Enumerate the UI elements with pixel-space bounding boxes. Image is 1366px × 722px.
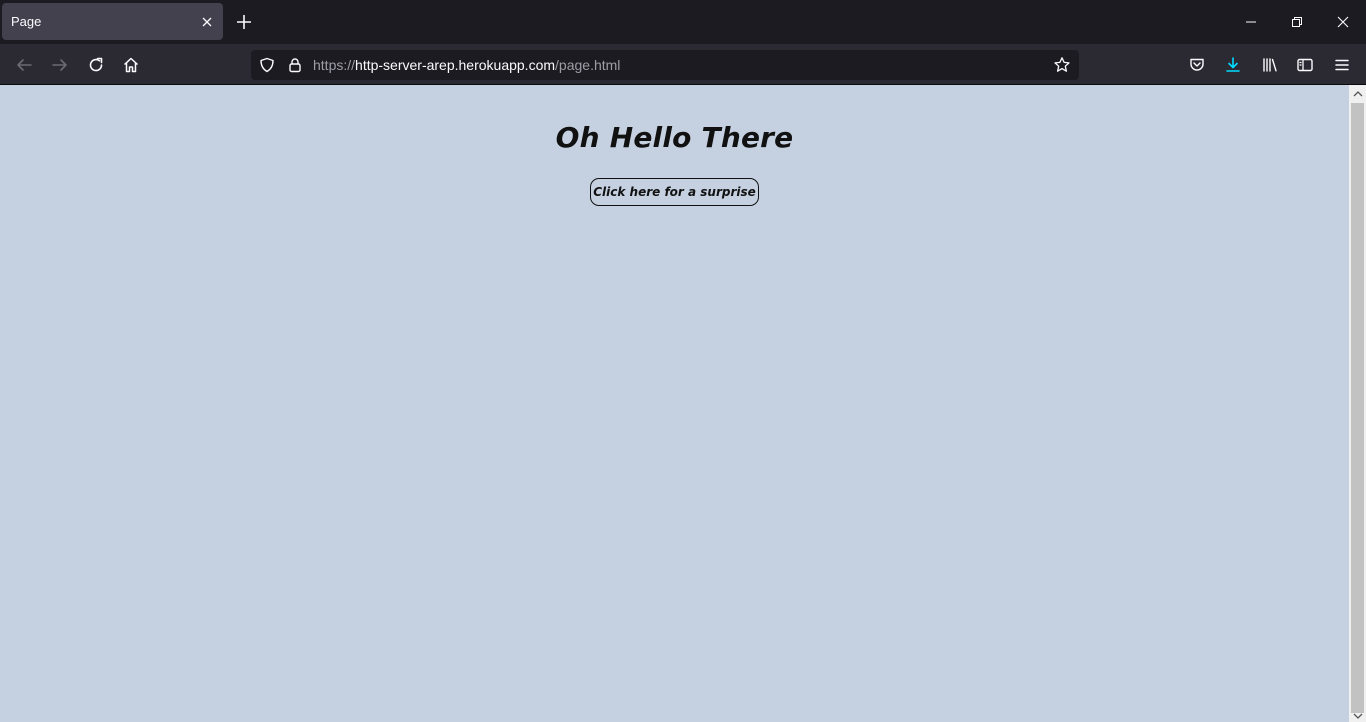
close-window-icon[interactable] [1320,0,1366,44]
star-icon[interactable] [1053,56,1071,74]
hamburger-menu-icon[interactable] [1329,52,1355,78]
tab-page[interactable]: Page [2,3,223,40]
close-icon[interactable] [199,14,215,30]
arrow-left-icon[interactable] [11,52,37,78]
nav-toolbar: https://http-server-arep.herokuapp.com/p… [0,44,1366,85]
scroll-up-icon[interactable] [1349,85,1366,102]
url-host: http-server-arep.herokuapp.com [355,57,556,73]
arrow-right-icon[interactable] [47,52,73,78]
url-bar[interactable]: https://http-server-arep.herokuapp.com/p… [251,50,1079,80]
download-icon[interactable] [1220,52,1246,78]
url-text[interactable]: https://http-server-arep.herokuapp.com/p… [313,57,620,73]
home-icon[interactable] [118,52,144,78]
page-content: Oh Hello There Click here for a surprise [0,85,1349,722]
lock-icon[interactable] [286,56,304,74]
pocket-icon[interactable] [1184,52,1210,78]
page-title: Oh Hello There [555,121,794,154]
scrollbar-thumb[interactable] [1351,103,1364,713]
tab-strip: Page [0,0,1366,44]
scroll-down-icon[interactable] [1349,710,1366,722]
library-icon[interactable] [1257,52,1283,78]
tab-title: Page [11,14,42,29]
url-scheme: https:// [313,57,356,73]
restore-icon[interactable] [1274,0,1320,44]
reload-icon[interactable] [83,52,109,78]
plus-icon[interactable] [235,13,253,31]
url-path: /page.html [555,57,621,73]
shield-icon[interactable] [258,56,276,74]
vertical-scrollbar[interactable] [1349,85,1366,722]
sidebar-icon[interactable] [1292,52,1318,78]
surprise-button[interactable]: Click here for a surprise [590,178,759,206]
minimize-icon[interactable] [1228,0,1274,44]
